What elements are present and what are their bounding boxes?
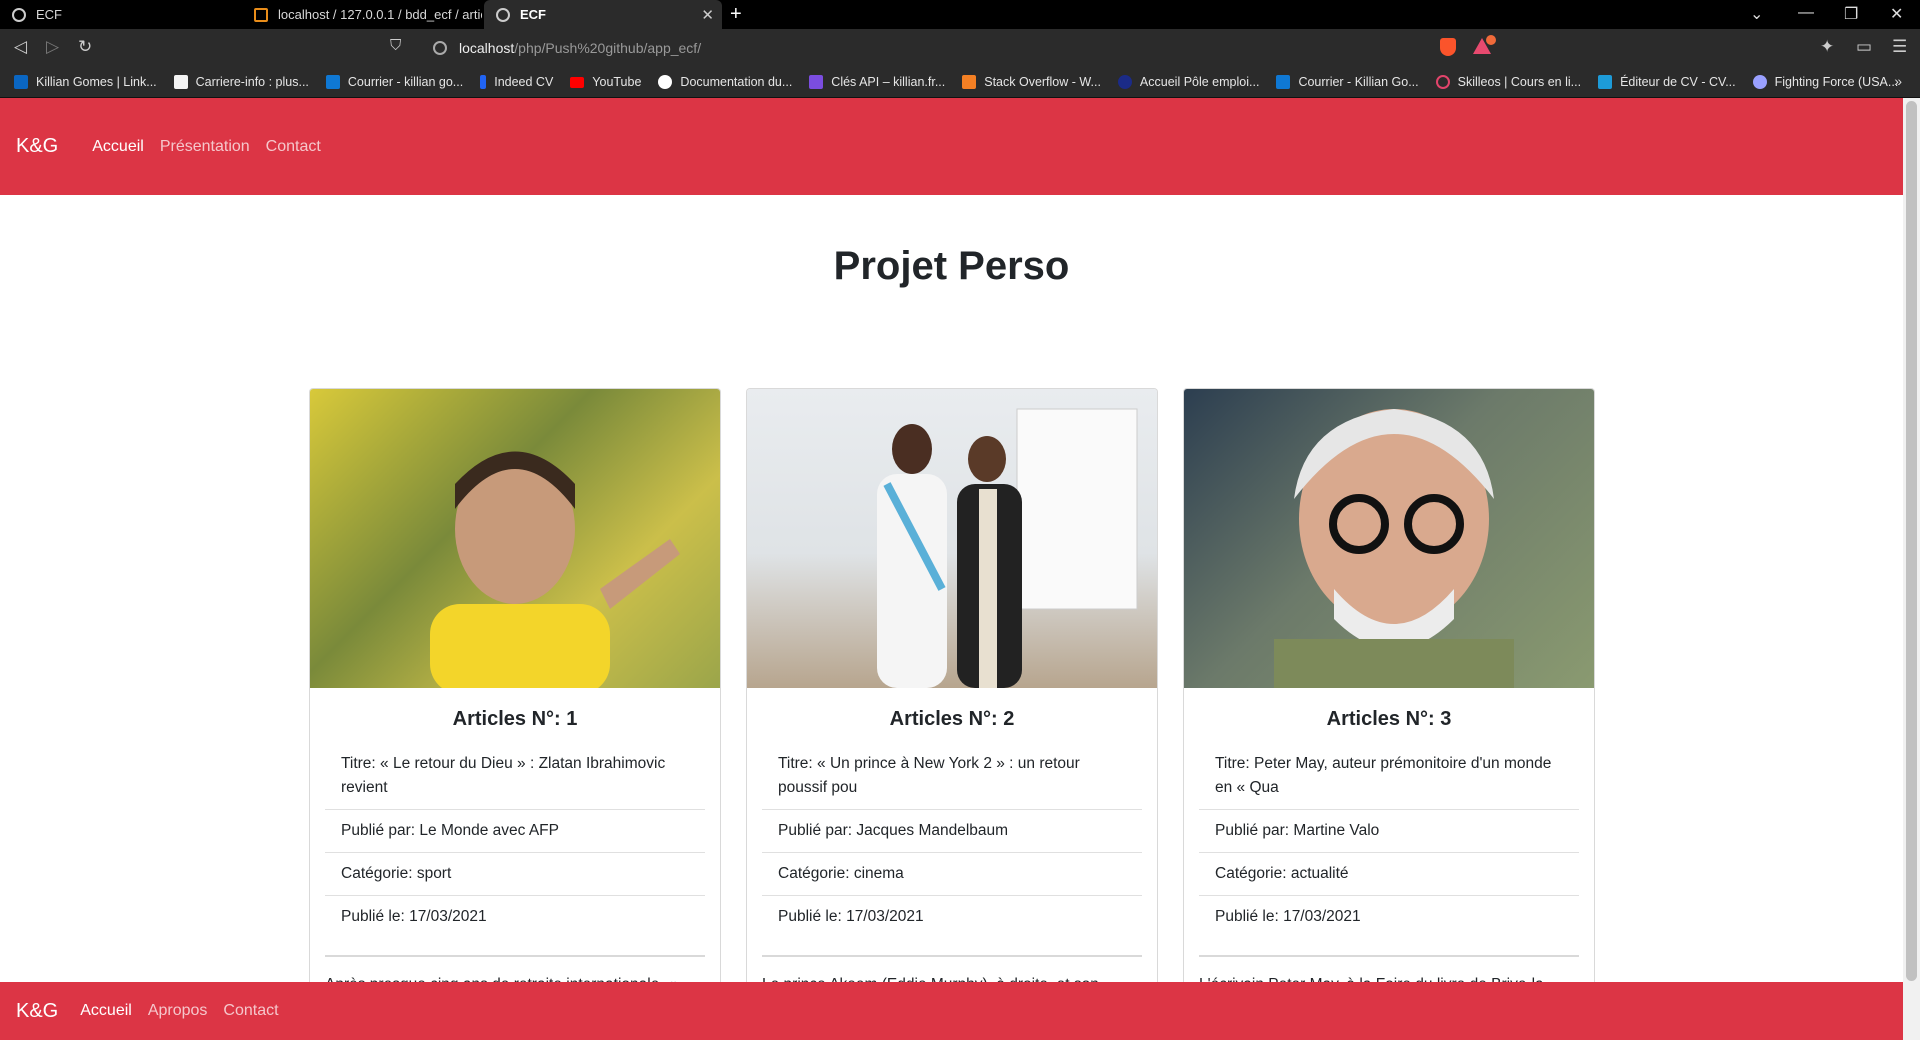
notification-badge: [1486, 35, 1496, 45]
article-card: Articles N°: 1 Titre: « Le retour du Die…: [309, 388, 721, 1028]
tab-search-chevron-icon[interactable]: ⌄: [1750, 4, 1763, 24]
article-image: [310, 389, 720, 688]
indeed-icon: [480, 75, 487, 89]
address-bar[interactable]: localhost /php/Push%20github/app_ecf/: [425, 34, 1428, 62]
extensions-icon[interactable]: ✦: [1820, 37, 1834, 57]
bookmark-item[interactable]: YouTube: [570, 75, 641, 89]
minimize-icon[interactable]: —: [1798, 4, 1814, 22]
bookmark-item[interactable]: Clés API – killian.fr...: [809, 75, 945, 89]
bookmark-item[interactable]: Fighting Force (USA...: [1752, 75, 1898, 89]
cv-editor-icon: [1598, 75, 1613, 89]
reload-icon[interactable]: ↻: [78, 37, 92, 57]
two-men-illustration: [877, 408, 1138, 688]
pole-emploi-icon: [1117, 75, 1132, 89]
card-categorie: Catégorie: cinema: [762, 853, 1142, 896]
outlook-icon: [1276, 75, 1291, 89]
bookmarks-overflow-icon[interactable]: »: [1894, 73, 1902, 89]
footer-brand[interactable]: K&G: [16, 1000, 58, 1023]
article-card: Articles N°: 2 Titre: « Un prince à New …: [746, 388, 1158, 1028]
article-image: [747, 389, 1157, 688]
bookmark-item[interactable]: Documentation du...: [658, 75, 792, 89]
site-footer: K&G Accueil Apropos Contact: [0, 982, 1903, 1040]
forward-icon[interactable]: ▷: [46, 37, 59, 57]
article-image: [1184, 389, 1594, 688]
page-viewport: K&G Accueil Présentation Contact Projet …: [0, 98, 1903, 1040]
stripe-icon: [809, 75, 824, 89]
card-auteur: Publié par: Le Monde avec AFP: [325, 810, 705, 853]
documentation-icon: [658, 75, 673, 89]
footer-nav-apropos[interactable]: Apropos: [148, 1002, 208, 1020]
footballer-illustration: [430, 451, 680, 688]
browser-tab-bar: ECF localhost / 127.0.0.1 / bdd_ecf / ar…: [0, 0, 1920, 29]
wallet-icon[interactable]: ▭: [1856, 37, 1872, 57]
bookmark-item[interactable]: Stack Overflow - W...: [962, 75, 1101, 89]
linkedin-icon: [14, 75, 28, 89]
restore-icon[interactable]: ❐: [1844, 4, 1858, 24]
globe-icon: [496, 7, 510, 22]
card-categorie: Catégorie: actualité: [1199, 853, 1579, 896]
new-tab-icon[interactable]: +: [730, 3, 742, 26]
carriere-info-icon: [173, 75, 188, 89]
card-titre: Titre: « Un prince à New York 2 » : un r…: [762, 743, 1142, 810]
card-date: Publié le: 17/03/2021: [762, 896, 1142, 957]
bookmark-item[interactable]: Courrier - Killian Go...: [1276, 75, 1419, 89]
tab-title: ECF: [36, 7, 62, 22]
card-auteur: Publié par: Jacques Mandelbaum: [762, 810, 1142, 853]
bookmark-item[interactable]: Skilleos | Cours en li...: [1435, 75, 1581, 89]
card-date: Publié le: 17/03/2021: [1199, 896, 1579, 957]
writer-portrait-illustration: [1274, 409, 1514, 688]
card-title: Articles N°: 2: [889, 708, 1015, 730]
stackoverflow-icon: [962, 75, 977, 89]
card-categorie: Catégorie: sport: [325, 853, 705, 896]
site-brand[interactable]: K&G: [16, 135, 58, 158]
page-title: Projet Perso: [833, 244, 1070, 288]
bookmark-item[interactable]: Killian Gomes | Link...: [14, 75, 157, 89]
card-date: Publié le: 17/03/2021: [325, 896, 705, 957]
brave-shields-icon[interactable]: [1440, 38, 1456, 56]
card-title: Articles N°: 3: [1326, 708, 1452, 730]
close-window-icon[interactable]: ✕: [1890, 4, 1903, 24]
card-titre: Titre: « Le retour du Dieu » : Zlatan Ib…: [325, 743, 705, 810]
card-auteur: Publié par: Martine Valo: [1199, 810, 1579, 853]
youtube-icon: [570, 76, 585, 88]
close-tab-icon[interactable]: ✕: [701, 6, 714, 24]
bookmarks-bar: Killian Gomes | Link... Carriere-info : …: [0, 67, 1920, 98]
globe-icon: [12, 7, 26, 22]
url-path: /php/Push%20github/app_ecf/: [514, 40, 702, 56]
bookmark-item[interactable]: Carriere-info : plus...: [173, 75, 309, 89]
menu-icon[interactable]: ☰: [1892, 37, 1907, 57]
tab-title: ECF: [520, 7, 546, 22]
tab-ecf-active[interactable]: ECF ✕: [484, 0, 722, 29]
tab-phpmyadmin[interactable]: localhost / 127.0.0.1 / bdd_ecf / articl…: [242, 0, 482, 29]
game-icon: [1752, 75, 1767, 89]
bookmark-icon[interactable]: ⛉: [390, 37, 401, 54]
nav-accueil[interactable]: Accueil: [92, 138, 144, 156]
card-title: Articles N°: 1: [452, 708, 578, 730]
skilleos-icon: [1435, 75, 1450, 89]
url-host: localhost: [459, 40, 515, 56]
site-info-icon[interactable]: [433, 41, 447, 55]
page-scrollbar[interactable]: [1903, 98, 1920, 1040]
scrollbar-thumb[interactable]: [1906, 101, 1917, 981]
nav-contact[interactable]: Contact: [266, 138, 321, 156]
nav-presentation[interactable]: Présentation: [160, 138, 250, 156]
phpmyadmin-icon: [254, 7, 268, 22]
back-icon[interactable]: ◁: [14, 37, 27, 57]
bookmark-item[interactable]: Éditeur de CV - CV...: [1598, 75, 1736, 89]
bookmark-item[interactable]: Courrier - killian go...: [325, 75, 463, 89]
article-card: Articles N°: 3 Titre: Peter May, auteur …: [1183, 388, 1595, 1028]
outlook-icon: [325, 75, 340, 89]
site-navbar: K&G Accueil Présentation Contact: [0, 98, 1903, 195]
tab-ecf-1[interactable]: ECF: [0, 0, 240, 29]
footer-nav-contact[interactable]: Contact: [223, 1002, 278, 1020]
bookmark-item[interactable]: Indeed CV: [480, 75, 553, 89]
footer-nav-accueil[interactable]: Accueil: [80, 1002, 132, 1020]
tab-title: localhost / 127.0.0.1 / bdd_ecf / articl…: [278, 7, 482, 22]
article-cards: Articles N°: 1 Titre: « Le retour du Die…: [309, 388, 1620, 1028]
bookmark-item[interactable]: Accueil Pôle emploi...: [1117, 75, 1259, 89]
card-titre: Titre: Peter May, auteur prémonitoire d'…: [1199, 743, 1579, 810]
browser-toolbar: ◁ ▷ ↻ ⛉ localhost /php/Push%20github/app…: [0, 29, 1920, 67]
